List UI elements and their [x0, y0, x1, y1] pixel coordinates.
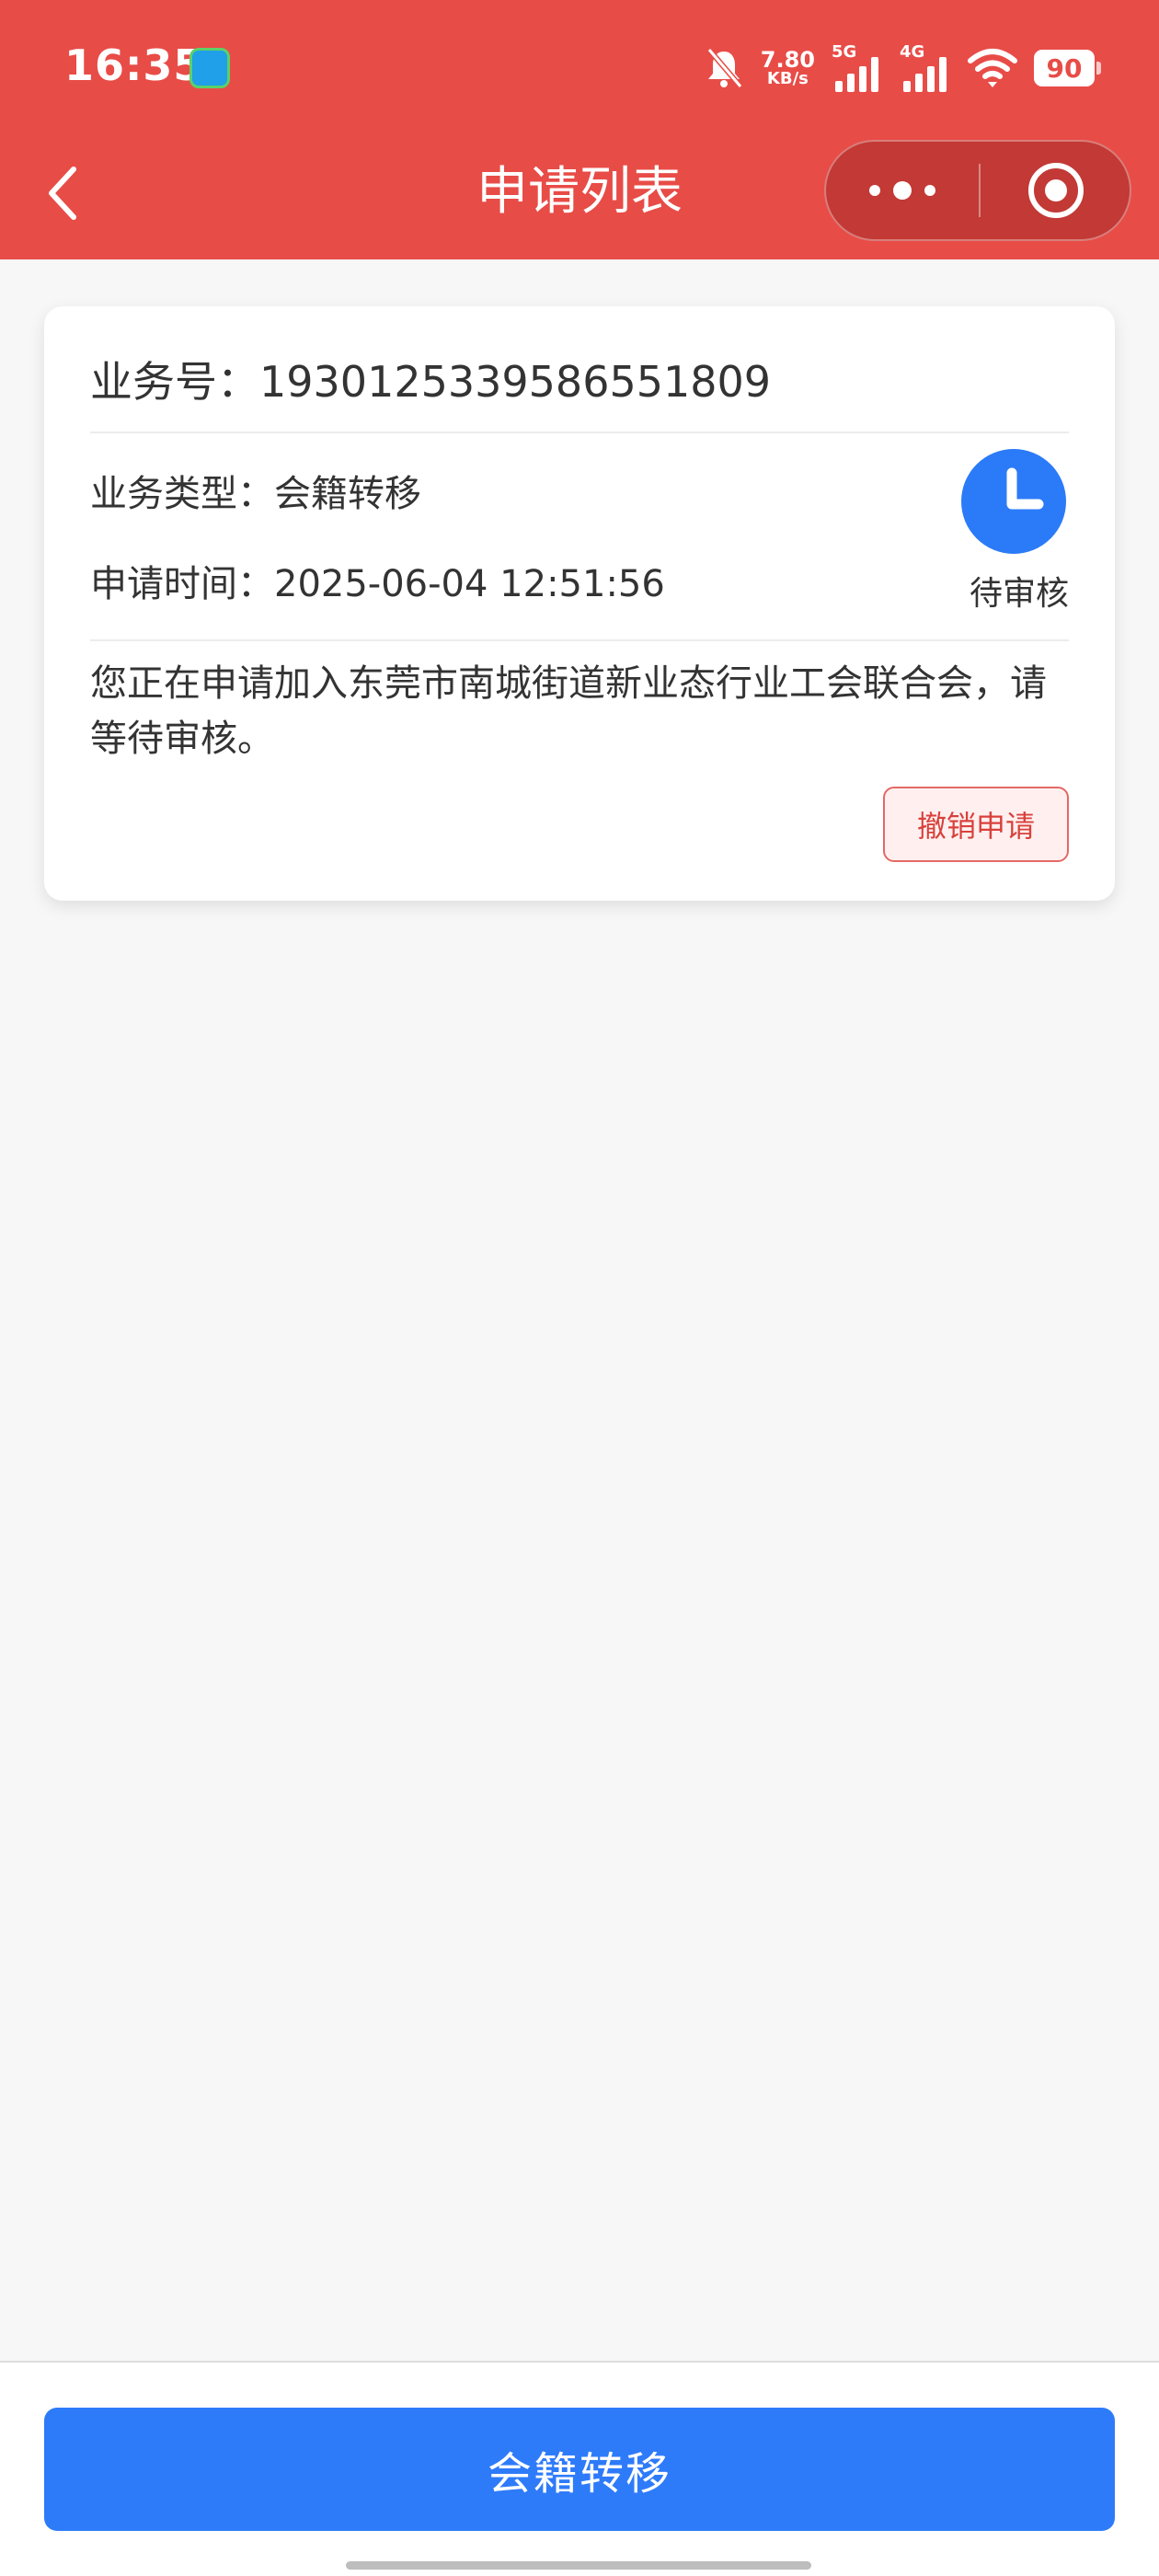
mute-bell-icon — [706, 48, 743, 88]
application-card: 业务号：1930125339586551809 业务类型：会籍转移 申请时间：2… — [44, 306, 1115, 901]
divider — [90, 431, 1069, 433]
signal-bars-icon — [835, 57, 878, 92]
clock-icon — [1006, 467, 1044, 510]
network-speed-unit: KB/s — [766, 69, 809, 88]
status-bar: 16:35 7.80 KB/s 5G 4G 90 — [0, 0, 1159, 138]
app-notification-icon — [189, 48, 230, 88]
more-dots-icon — [869, 181, 935, 200]
nav-bar: 申请列表 — [0, 138, 1159, 259]
signal-4g: 4G — [900, 42, 951, 94]
pending-clock-icon — [961, 449, 1066, 554]
status-time: 16:35 — [64, 40, 204, 90]
membership-transfer-button[interactable]: 会籍转移 — [44, 2408, 1115, 2531]
status-icons: 7.80 KB/s 5G 4G 90 — [704, 40, 1101, 96]
mini-program-capsule — [824, 140, 1131, 241]
signal-5g: 5G — [832, 42, 883, 94]
network-speed-value: 7.80 — [760, 47, 815, 73]
status-badge: 待审核 — [969, 575, 1069, 613]
battery-indicator: 90 — [1034, 50, 1101, 86]
close-mini-program-button[interactable] — [981, 142, 1131, 239]
business-number: 业务号：1930125339586551809 — [90, 357, 772, 407]
cancel-application-button[interactable]: 撤销申请 — [883, 787, 1069, 862]
apply-time: 申请时间：2025-06-04 12:51:56 — [90, 563, 665, 605]
header: 16:35 7.80 KB/s 5G 4G 90 申请列表 — [0, 0, 1159, 259]
home-indicator[interactable] — [346, 2561, 811, 2570]
target-close-icon — [1028, 163, 1084, 218]
more-button[interactable] — [826, 142, 979, 239]
wifi-icon — [968, 49, 1017, 87]
application-message: 您正在申请加入东莞市南城街道新业态行业工会联合会，请等待审核。 — [90, 662, 1047, 760]
signal-bars-icon — [903, 57, 947, 92]
divider — [90, 639, 1069, 641]
business-type: 业务类型：会籍转移 — [90, 473, 421, 515]
network-speed: 7.80 KB/s — [761, 49, 815, 87]
